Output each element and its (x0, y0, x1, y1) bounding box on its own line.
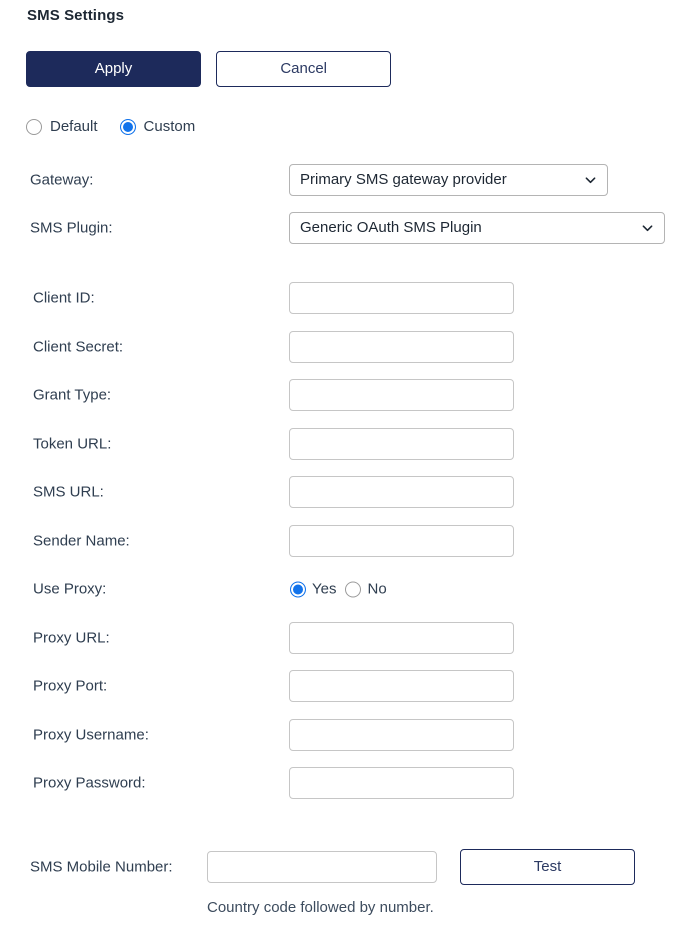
row-proxy-username: Proxy Username: (0, 719, 683, 751)
proxy-port-input[interactable] (289, 670, 514, 702)
client-secret-label: Client Secret: (33, 338, 124, 356)
radio-default-indicator[interactable] (26, 118, 42, 135)
chevron-down-icon (585, 175, 596, 186)
token-url-label: Token URL: (33, 435, 112, 453)
proxy-password-input[interactable] (289, 767, 514, 799)
client-id-input[interactable] (289, 282, 514, 314)
use-proxy-label: Use Proxy: (33, 580, 107, 598)
row-proxy-password: Proxy Password: (0, 767, 683, 799)
radio-option-proxy-no[interactable]: No (345, 580, 387, 598)
cancel-button[interactable]: Cancel (216, 51, 392, 87)
row-gateway: Gateway: Primary SMS gateway provider (0, 164, 683, 196)
row-use-proxy: Use Proxy: Yes No (0, 573, 683, 605)
row-proxy-url: Proxy URL: (0, 622, 683, 654)
row-client-secret: Client Secret: (0, 331, 683, 363)
proxy-url-input[interactable] (289, 622, 514, 654)
client-secret-input[interactable] (289, 331, 514, 363)
proxy-username-input[interactable] (289, 719, 514, 751)
sms-plugin-select[interactable]: Generic OAuth SMS Plugin (289, 212, 665, 244)
grant-type-input[interactable] (289, 379, 514, 411)
proxy-password-label: Proxy Password: (33, 774, 146, 792)
token-url-input[interactable] (289, 428, 514, 460)
row-sms-url: SMS URL: (0, 476, 683, 508)
page-title: SMS Settings (27, 7, 125, 24)
radio-option-custom[interactable]: Custom (119, 118, 196, 135)
row-client-id: Client ID: (0, 282, 683, 314)
sender-name-input[interactable] (289, 525, 514, 557)
sms-plugin-select-value: Generic OAuth SMS Plugin (300, 219, 482, 236)
proxy-port-label: Proxy Port: (33, 677, 108, 695)
radio-custom-indicator[interactable] (119, 118, 136, 135)
radio-proxy-yes-label: Yes (312, 580, 337, 598)
grant-type-label: Grant Type: (33, 386, 112, 404)
mode-radio-group: Default Custom (26, 118, 195, 135)
sms-settings-page: SMS Settings Apply Cancel Default Custom… (0, 0, 683, 926)
radio-proxy-no-label: No (367, 580, 387, 598)
row-sms-plugin: SMS Plugin: Generic OAuth SMS Plugin (0, 212, 683, 244)
row-sender-name: Sender Name: (0, 525, 683, 557)
action-button-row: Apply Cancel (26, 51, 392, 87)
row-token-url: Token URL: (0, 428, 683, 460)
sms-url-input[interactable] (289, 476, 514, 508)
radio-option-proxy-yes[interactable]: Yes (290, 581, 336, 598)
sms-plugin-label: SMS Plugin: (30, 219, 113, 237)
row-proxy-port: Proxy Port: (0, 670, 683, 702)
sms-mobile-number-hint: Country code followed by number. (207, 899, 434, 916)
radio-option-default[interactable]: Default (26, 118, 98, 135)
sms-mobile-number-label: SMS Mobile Number: (30, 858, 173, 876)
radio-proxy-yes-indicator[interactable] (290, 581, 306, 597)
chevron-down-icon (642, 223, 653, 234)
proxy-url-label: Proxy URL: (33, 629, 110, 647)
test-button[interactable]: Test (460, 849, 635, 885)
radio-proxy-no-indicator[interactable] (345, 581, 362, 597)
proxy-username-label: Proxy Username: (33, 726, 149, 744)
gateway-select-value: Primary SMS gateway provider (300, 171, 507, 188)
client-id-label: Client ID: (33, 289, 95, 307)
gateway-label: Gateway: (30, 171, 94, 189)
row-grant-type: Grant Type: (0, 379, 683, 411)
sms-url-label: SMS URL: (33, 483, 104, 501)
use-proxy-radio-group: Yes No (290, 581, 387, 598)
sms-mobile-number-input[interactable] (207, 851, 437, 883)
apply-button[interactable]: Apply (26, 51, 201, 87)
sender-name-label: Sender Name: (33, 532, 130, 550)
radio-default-label: Default (50, 118, 98, 135)
gateway-select[interactable]: Primary SMS gateway provider (289, 164, 608, 196)
radio-custom-label: Custom (143, 118, 196, 135)
